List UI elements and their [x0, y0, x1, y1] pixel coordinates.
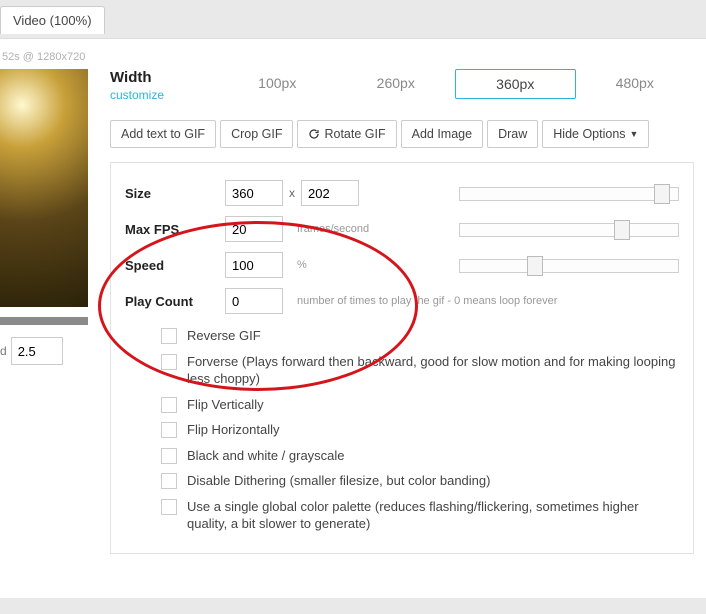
speed-label: Speed — [125, 258, 225, 273]
speed-slider[interactable] — [459, 256, 679, 274]
width-option-480[interactable]: 480px — [576, 69, 695, 99]
fps-slider[interactable] — [459, 220, 679, 238]
speed-input[interactable] — [225, 252, 283, 278]
flipv-label: Flip Vertically — [187, 396, 679, 414]
width-option-260[interactable]: 260px — [337, 69, 456, 99]
editor-panel: 52s @ 1280x720 d Width customize 100px 2… — [0, 38, 706, 598]
tab-video[interactable]: Video (100%) — [0, 6, 105, 34]
add-image-button[interactable]: Add Image — [401, 120, 483, 148]
playcount-label: Play Count — [125, 294, 225, 309]
speed-hint: % — [283, 259, 307, 271]
rotate-button[interactable]: Rotate GIF — [297, 120, 396, 148]
playcount-hint: number of times to play the gif - 0 mean… — [283, 295, 557, 307]
bw-checkbox[interactable] — [161, 448, 177, 464]
hide-options-label: Hide Options — [553, 127, 625, 141]
options-box: Size x Max FPS frames/second — [110, 162, 694, 554]
fps-label: Max FPS — [125, 222, 225, 237]
bw-label: Black and white / grayscale — [187, 447, 679, 465]
chevron-down-icon: ▼ — [630, 129, 639, 139]
size-slider[interactable] — [459, 184, 679, 202]
playcount-input[interactable] — [225, 288, 283, 314]
add-text-button[interactable]: Add text to GIF — [110, 120, 216, 148]
size-width-input[interactable] — [225, 180, 283, 206]
flipv-checkbox[interactable] — [161, 397, 177, 413]
crop-button[interactable]: Crop GIF — [220, 120, 293, 148]
size-label: Size — [125, 186, 225, 201]
draw-button[interactable]: Draw — [487, 120, 538, 148]
dither-checkbox[interactable] — [161, 473, 177, 489]
palette-checkbox[interactable] — [161, 499, 177, 515]
seek-prefix: d — [0, 344, 7, 358]
dither-label: Disable Dithering (smaller filesize, but… — [187, 472, 679, 490]
fliph-label: Flip Horizontally — [187, 421, 679, 439]
progress-bar[interactable] — [0, 317, 88, 325]
fliph-checkbox[interactable] — [161, 422, 177, 438]
customize-link[interactable]: customize — [110, 88, 218, 102]
video-preview[interactable] — [0, 69, 88, 307]
seek-input[interactable] — [11, 337, 63, 365]
reverse-label: Reverse GIF — [187, 327, 679, 345]
fps-hint: frames/second — [283, 223, 369, 235]
palette-label: Use a single global color palette (reduc… — [187, 498, 679, 533]
rotate-icon — [308, 128, 320, 140]
width-label: Width — [110, 69, 152, 86]
rotate-label: Rotate GIF — [324, 127, 385, 141]
width-option-100[interactable]: 100px — [218, 69, 337, 99]
fps-input[interactable] — [225, 216, 283, 242]
forverse-label: Forverse (Plays forward then backward, g… — [187, 353, 679, 388]
size-x: x — [283, 186, 301, 200]
reverse-checkbox[interactable] — [161, 328, 177, 344]
hide-options-button[interactable]: Hide Options ▼ — [542, 120, 649, 148]
size-height-input[interactable] — [301, 180, 359, 206]
video-meta: 52s @ 1280x720 — [0, 49, 694, 69]
forverse-checkbox[interactable] — [161, 354, 177, 370]
width-option-360[interactable]: 360px — [455, 69, 576, 99]
